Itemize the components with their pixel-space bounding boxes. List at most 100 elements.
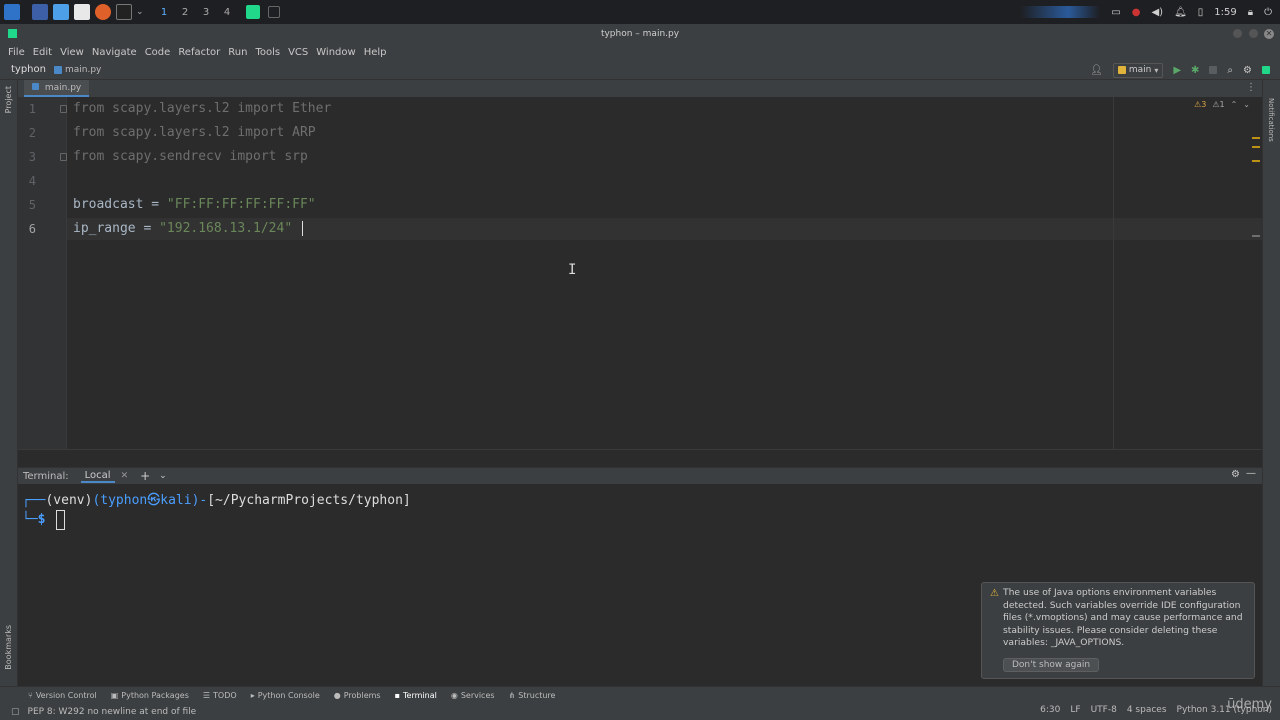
settings-icon[interactable]: ⚙ — [1243, 65, 1252, 76]
maximize-button[interactable] — [1249, 29, 1258, 38]
tool-terminal[interactable]: ▪ Terminal — [395, 691, 437, 700]
workspace-1[interactable]: 1 — [154, 7, 175, 18]
chevron-down-icon[interactable]: ⌄ — [1243, 100, 1250, 109]
menu-run[interactable]: Run — [224, 47, 251, 58]
close-window-button[interactable]: ✕ — [1264, 29, 1274, 39]
terminal-app-icon[interactable] — [116, 4, 132, 20]
volume-icon[interactable]: ◀) — [1151, 7, 1163, 18]
terminal-icon: ▪ — [394, 690, 401, 700]
indent-setting[interactable]: 4 spaces — [1127, 705, 1167, 715]
run-icon[interactable]: ▶ — [1173, 65, 1181, 76]
screen-icon[interactable]: ▭ — [1111, 7, 1120, 18]
settings-icon[interactable]: ⚙ — [1231, 469, 1240, 480]
battery-icon[interactable]: ▯ — [1198, 7, 1204, 18]
panel-toggle-icon[interactable]: ▢ — [11, 707, 20, 717]
project-tool-button[interactable]: Project — [4, 86, 13, 113]
tool-python-console[interactable]: ▸ Python Console — [251, 691, 320, 700]
power-icon[interactable]: ⏻ — [1264, 7, 1272, 18]
tool-python-packages[interactable]: ▣ Python Packages — [111, 691, 189, 700]
menu-file[interactable]: File — [4, 47, 29, 58]
menu-refactor[interactable]: Refactor — [174, 47, 224, 58]
terminal-tab-local[interactable]: Local — [80, 470, 115, 483]
menu-vcs[interactable]: VCS — [284, 47, 312, 58]
menu-code[interactable]: Code — [141, 47, 175, 58]
fold-marker-icon[interactable] — [60, 153, 67, 161]
menu-tools[interactable]: Tools — [251, 47, 284, 58]
menu-help[interactable]: Help — [360, 47, 391, 58]
error-stripe-mark[interactable] — [1252, 235, 1260, 237]
caret-position[interactable]: 6:30 — [1040, 705, 1060, 715]
tool-services[interactable]: ◉ Services — [451, 691, 495, 700]
pycharm-task-icon[interactable] — [245, 5, 260, 19]
minimize-button[interactable] — [1233, 29, 1242, 38]
breadcrumb-project[interactable]: typhon — [11, 64, 46, 75]
workspace-3[interactable]: 3 — [196, 7, 217, 18]
jetbrains-icon[interactable] — [1262, 66, 1270, 74]
menu-edit[interactable]: Edit — [29, 47, 56, 58]
right-tool-strip: Notifications — [1262, 80, 1280, 686]
user-icon[interactable]: 👤︎ — [1090, 65, 1103, 76]
chevron-down-icon: ▾ — [1154, 65, 1159, 75]
code-editor[interactable]: 1 2 3 4 5 6 from scapy.layers.l2 import … — [18, 97, 1262, 449]
bookmarks-tool-button[interactable]: Bookmarks — [4, 625, 13, 670]
editor-tab-main[interactable]: main.py — [24, 80, 90, 97]
menu-navigate[interactable]: Navigate — [88, 47, 141, 58]
inspection-widget[interactable]: ⚠3 ⚠1 ⌃ ⌄ — [1194, 100, 1250, 109]
tool-label: Services — [460, 690, 495, 700]
chevron-down-icon[interactable]: ⌄ — [159, 471, 167, 481]
files-icon[interactable] — [53, 4, 69, 20]
notification-bell-icon[interactable]: 🔔︎ — [1174, 7, 1187, 18]
line-separator[interactable]: LF — [1070, 705, 1080, 715]
tool-structure[interactable]: ⋔ Structure — [509, 691, 556, 700]
empty-task-icon[interactable] — [267, 6, 280, 18]
close-tab-icon[interactable]: ✕ — [121, 471, 129, 481]
prompt-venv: (venv) — [45, 493, 93, 508]
menubar: File Edit View Navigate Code Refactor Ru… — [0, 44, 1280, 60]
lock-icon[interactable]: 🔒︎ — [1248, 7, 1253, 18]
code-line-2: from scapy.layers.l2 import ARP — [73, 125, 316, 140]
workspace-2[interactable]: 2 — [175, 7, 196, 18]
debug-icon[interactable]: ✱ — [1191, 65, 1199, 76]
tool-todo[interactable]: ☰ TODO — [203, 691, 237, 700]
tool-problems[interactable]: ● Problems — [334, 691, 381, 700]
firefox-icon[interactable] — [95, 4, 111, 20]
window-titlebar: typhon – main.py ✕ — [0, 24, 1280, 44]
tool-window-bar: ⑂ Version Control ▣ Python Packages ☰ TODO … — [0, 686, 1280, 703]
error-stripe-mark[interactable] — [1252, 146, 1260, 148]
terminal-prompt-line-2: └─$ — [22, 512, 45, 527]
text-editor-icon[interactable] — [74, 4, 90, 20]
breadcrumb-file[interactable]: main.py — [65, 65, 101, 75]
chevron-up-icon[interactable]: ⌃ — [1231, 100, 1238, 109]
gutter: 1 2 3 4 5 6 — [18, 97, 67, 449]
error-stripe-mark[interactable] — [1252, 160, 1260, 162]
record-icon[interactable]: ● — [1132, 7, 1141, 18]
hide-panel-icon[interactable]: — — [1246, 468, 1256, 479]
desktop-icon[interactable] — [32, 4, 48, 20]
run-config-selector[interactable]: main ▾ — [1112, 62, 1164, 78]
prompt-at: ㉿ — [147, 493, 161, 508]
weak-warning-count: 1 — [1219, 100, 1225, 109]
tool-version-control[interactable]: ⑂ Version Control — [28, 691, 97, 700]
menu-window[interactable]: Window — [312, 47, 359, 58]
notifications-tool-button[interactable]: Notifications — [1267, 98, 1275, 142]
tool-label: TODO — [213, 690, 237, 700]
packages-icon: ▣ — [110, 690, 119, 700]
dont-show-again-button[interactable]: Don't show again — [1003, 658, 1100, 672]
search-icon[interactable]: ⌕ — [1227, 65, 1233, 76]
file-encoding[interactable]: UTF-8 — [1091, 705, 1117, 715]
tab-actions-icon[interactable]: ⋮ — [1246, 82, 1256, 93]
code-identifier: broadcast = — [73, 197, 167, 212]
status-message[interactable]: PEP 8: W292 no newline at end of file — [28, 707, 197, 717]
network-graph — [1020, 6, 1101, 18]
fold-marker-icon[interactable] — [60, 105, 67, 113]
terminal-title: Terminal: — [23, 470, 69, 482]
app-menu-icon[interactable] — [4, 4, 20, 20]
chevron-down-icon[interactable]: ⌄ — [136, 7, 144, 17]
workspace-4[interactable]: 4 — [217, 7, 238, 18]
clock[interactable]: 1:59 — [1214, 7, 1236, 18]
menu-view[interactable]: View — [56, 47, 88, 58]
stop-icon[interactable] — [1209, 66, 1218, 74]
error-stripe-mark[interactable] — [1252, 137, 1260, 139]
new-tab-icon[interactable]: + — [140, 469, 150, 483]
editor-terminal-divider[interactable] — [18, 449, 1262, 467]
